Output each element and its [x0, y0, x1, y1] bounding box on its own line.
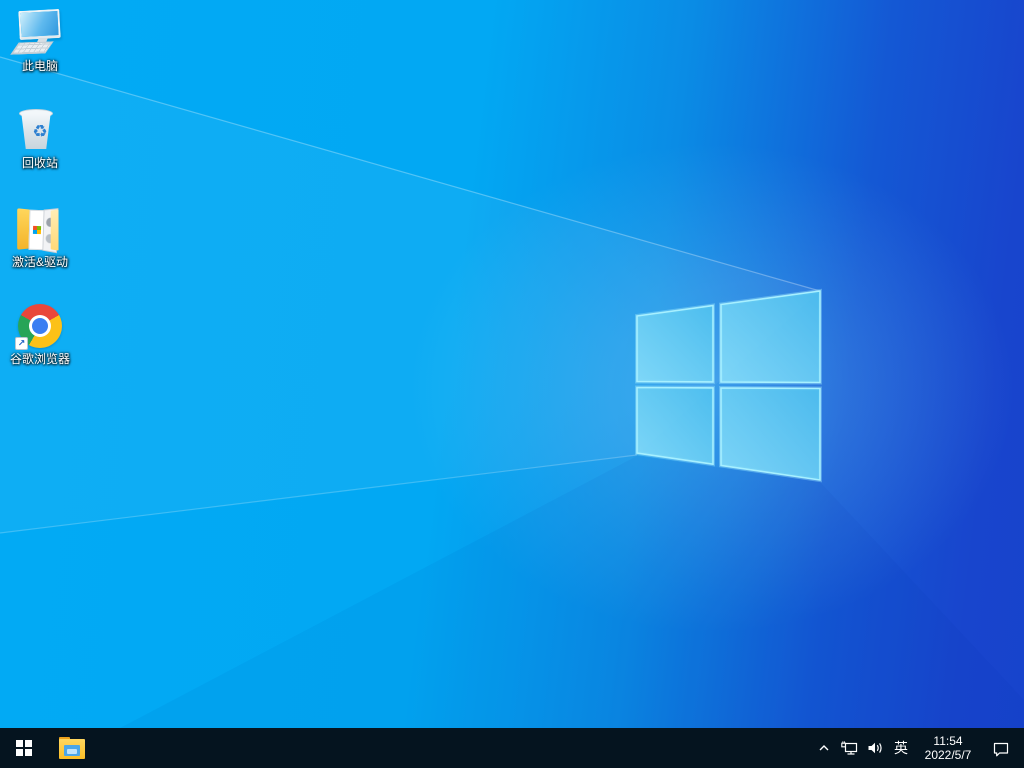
taskbar: 英 11:54 2022/5/7 — [0, 728, 1024, 768]
start-button[interactable] — [0, 728, 48, 768]
speaker-sound-icon — [868, 742, 882, 754]
desktop-icon-label: 激活&驱动 — [11, 255, 68, 269]
windows-logo-icon — [16, 740, 32, 756]
chevron-up-icon — [819, 745, 829, 751]
chrome-icon-wrap: ↗ — [12, 301, 68, 351]
this-pc-icon — [10, 8, 68, 58]
tray-show-hidden-icons-button[interactable] — [812, 728, 836, 768]
wallpaper-windows-logo — [0, 56, 1024, 728]
shortcut-arrow-icon: ↗ — [15, 337, 28, 350]
tray-input-method-indicator[interactable]: 英 — [888, 728, 914, 768]
windows-colors-icon — [32, 225, 42, 235]
system-tray: 英 11:54 2022/5/7 — [812, 728, 1024, 768]
desktop-icon-label: 此电脑 — [21, 59, 58, 73]
desktop-icon-google-chrome[interactable]: ↗ 谷歌浏览器 — [2, 301, 78, 366]
file-explorer-icon — [59, 737, 85, 759]
chrome-icon: ↗ — [15, 304, 62, 350]
desktop[interactable]: 此电脑 ♻ 回收站 激活&驱动 ↗ 谷歌浏览器 英 11:54 2022/5/7 — [0, 0, 1024, 768]
recycle-bin-icon: ♻ — [12, 105, 68, 155]
desktop-icon-this-pc[interactable]: 此电脑 — [2, 8, 78, 73]
tray-action-center-button[interactable] — [982, 728, 1020, 768]
desktop-icon-recycle-bin[interactable]: ♻ 回收站 — [2, 105, 78, 170]
tray-volume-button[interactable] — [862, 728, 888, 768]
network-ethernet-icon — [840, 741, 857, 755]
desktop-icon-label: 谷歌浏览器 — [9, 352, 70, 366]
recycle-symbol-icon: ♻ — [32, 122, 48, 141]
tray-network-button[interactable] — [836, 728, 862, 768]
open-folder-icon — [12, 204, 68, 254]
tray-clock[interactable]: 11:54 2022/5/7 — [914, 728, 982, 768]
clock-date: 2022/5/7 — [924, 748, 972, 762]
taskbar-file-explorer-button[interactable] — [48, 728, 96, 768]
notification-bubble-icon — [993, 742, 1009, 756]
desktop-icon-activation-drivers[interactable]: 激活&驱动 — [2, 204, 78, 269]
clock-time: 11:54 — [933, 734, 963, 748]
desktop-icon-label: 回收站 — [21, 156, 58, 170]
